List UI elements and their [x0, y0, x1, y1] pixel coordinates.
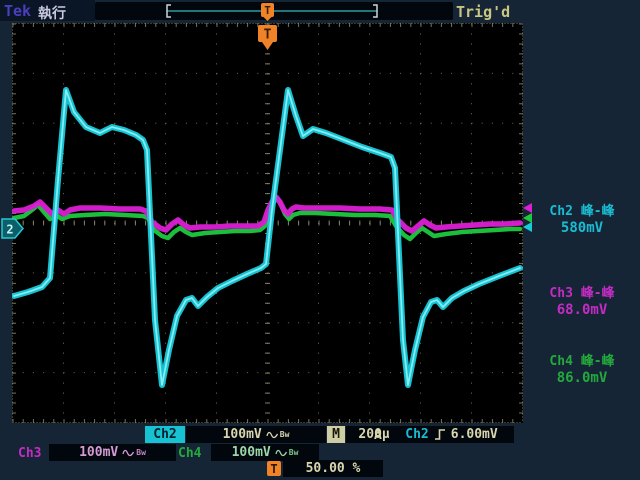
svg-text:T: T: [264, 28, 272, 43]
oscilloscope-screen: Tek 執行 Trig'd T T 2: [0, 0, 640, 480]
ch4-ac-coupling-icon: [275, 448, 288, 458]
ch3-scale-value: 100mV: [79, 445, 118, 460]
record-trigger-position-icon: T: [261, 3, 274, 21]
horizontal-position-readout: 50.00 %: [283, 460, 383, 477]
measurement-ch3-pkpk: Ch3 峰-峰 68.0mV: [526, 285, 638, 319]
ch4-scale-value: 100mV: [232, 445, 271, 460]
ch2-scale-readout: 100mV Bw: [186, 426, 326, 443]
trigger-level-value: 6.00mV: [451, 427, 498, 442]
measurement-ch4-pkpk: Ch4 峰-峰 86.0mV: [526, 353, 638, 387]
timebase-badge: M: [327, 426, 345, 443]
rising-edge-icon: [434, 428, 446, 441]
measurement-ch2-value: 580mV: [526, 220, 638, 237]
measurement-ch4-label: Ch4 峰-峰: [526, 353, 638, 370]
measurement-ch2-label: Ch2 峰-峰: [526, 203, 638, 220]
ch2-bandwidth-limit-icon: Bw: [280, 430, 290, 439]
measurement-ch3-value: 68.0mV: [526, 302, 638, 319]
svg-text:T: T: [264, 4, 271, 17]
measurement-ch4-value: 86.0mV: [526, 370, 638, 387]
record-bar: T: [167, 3, 377, 21]
horizontal-position-icon: T: [267, 461, 281, 476]
trigger-readout: Ch2 6.00mV: [389, 426, 514, 443]
ch2-ac-coupling-icon: [266, 430, 279, 440]
ch2-channel-badge: Ch2: [145, 426, 185, 443]
trigger-source: Ch2: [405, 427, 428, 442]
trigger-a-label: A: [374, 428, 382, 443]
scope-display: T T 2: [0, 0, 640, 480]
ch4-bandwidth-limit-icon: Bw: [289, 448, 299, 457]
ch3-scale-readout: 100mV Bw: [49, 444, 176, 461]
ch4-channel-label: Ch4: [178, 446, 201, 461]
ch2-scale-value: 100mV: [223, 427, 262, 442]
measurement-ch2-pkpk: Ch2 峰-峰 580mV: [526, 203, 638, 237]
ch3-channel-label: Ch3: [18, 446, 41, 461]
measurement-ch3-label: Ch3 峰-峰: [526, 285, 638, 302]
ch4-scale-readout: 100mV Bw: [211, 444, 319, 461]
svg-text:2: 2: [6, 223, 13, 237]
ch3-bandwidth-limit-icon: Bw: [136, 448, 146, 457]
ch3-ac-coupling-icon: [122, 448, 135, 458]
